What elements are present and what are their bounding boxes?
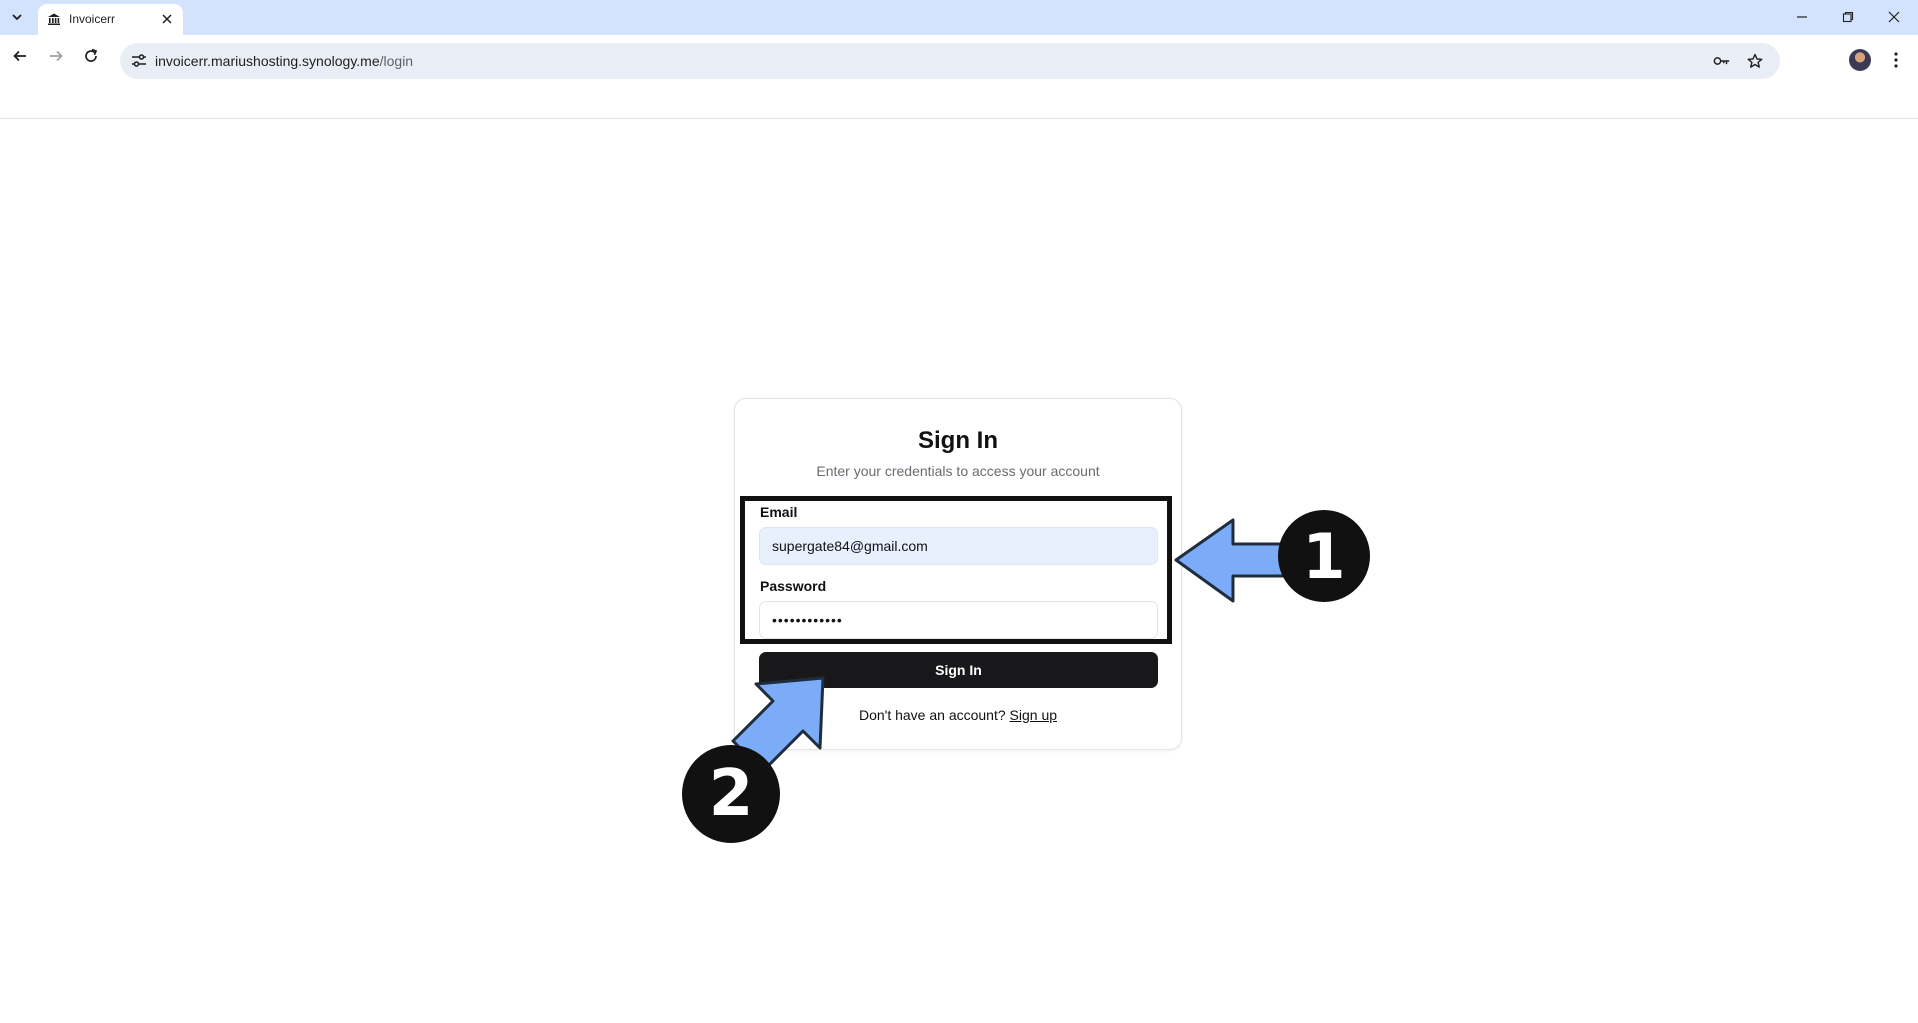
kebab-menu-icon <box>1894 52 1898 68</box>
tab-strip: Invoicerr <box>0 0 1918 35</box>
arrow-1 <box>1174 518 1292 603</box>
reload-button[interactable] <box>78 43 104 69</box>
star-icon <box>1747 53 1763 68</box>
minimize-icon <box>1797 16 1807 18</box>
forward-button[interactable] <box>43 43 69 69</box>
step-2-badge: 2 <box>682 745 780 843</box>
browser-tab-invoicerr[interactable]: Invoicerr <box>38 4 183 35</box>
step-1-badge: 1 <box>1278 510 1370 602</box>
key-icon <box>1713 57 1730 65</box>
tab-search-button[interactable] <box>6 6 28 28</box>
tab-close-button[interactable] <box>159 11 175 27</box>
arrow-left-icon <box>13 50 26 62</box>
window-close-button[interactable] <box>1882 6 1906 28</box>
bank-icon <box>48 13 60 25</box>
signup-prompt-row: Don't have an account? Sign up <box>735 707 1181 723</box>
profile-avatar[interactable] <box>1849 49 1871 71</box>
address-url: invoicerr.mariushosting.synology.me/logi… <box>155 53 413 69</box>
screen: Invoicerr invoicerr.mariushosting.synolo… <box>0 0 1918 1023</box>
browser-menu-button[interactable] <box>1886 48 1906 72</box>
bookmark-button[interactable] <box>1746 52 1764 70</box>
chevron-down-icon <box>12 14 22 21</box>
signup-prompt: Don't have an account? <box>858 707 1006 723</box>
address-bar[interactable]: invoicerr.mariushosting.synology.me/logi… <box>120 43 1780 79</box>
credentials-highlight-box <box>740 496 1172 644</box>
sign-up-link[interactable]: Sign up <box>1010 707 1057 723</box>
restore-icon <box>1842 11 1854 23</box>
tune-icon[interactable] <box>130 52 148 70</box>
page-subtitle: Enter your credentials to access your ac… <box>816 463 1100 479</box>
back-button[interactable] <box>7 43 33 69</box>
sign-in-button[interactable]: Sign In <box>759 652 1158 688</box>
close-icon <box>162 14 172 24</box>
password-manager-button[interactable] <box>1713 52 1731 70</box>
tab-title: Invoicerr <box>69 12 116 26</box>
reload-icon <box>85 48 98 62</box>
browser-toolbar: invoicerr.mariushosting.synology.me/logi… <box>0 35 1918 119</box>
minimize-button[interactable] <box>1790 6 1814 28</box>
restore-button[interactable] <box>1836 6 1860 28</box>
url-path: /login <box>379 53 414 69</box>
close-icon <box>1888 11 1900 23</box>
page-title: Sign In <box>918 427 998 454</box>
url-host: invoicerr.mariushosting.synology.me <box>155 53 380 69</box>
arrow-right-icon <box>50 50 63 62</box>
